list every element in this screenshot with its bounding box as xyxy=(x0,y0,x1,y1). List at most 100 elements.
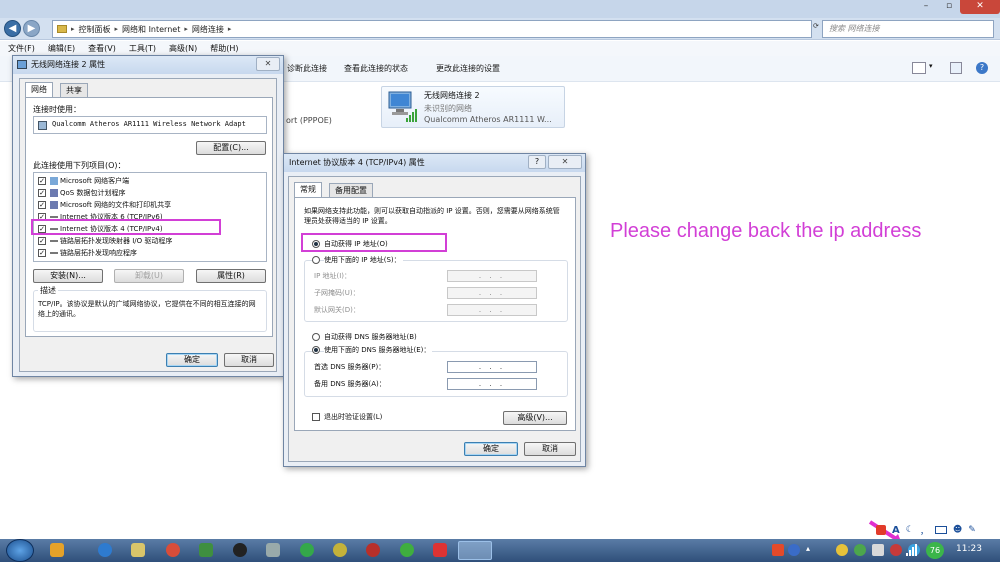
intro-text: 如果网络支持此功能，则可以获取自动指派的 IP 设置。否则，您需要从网络系统管理… xyxy=(304,207,560,225)
ok-button[interactable]: 确定 xyxy=(166,353,218,367)
maximize-button[interactable]: ▫ xyxy=(938,0,960,14)
tray-app-icon[interactable] xyxy=(872,544,884,556)
cmd-change-settings[interactable]: 更改此连接的设置 xyxy=(436,56,500,82)
subnet-mask-field[interactable]: . . . xyxy=(447,287,537,299)
clock[interactable]: 11:23 xyxy=(956,544,982,554)
close-icon[interactable]: ✕ xyxy=(256,57,280,71)
address-bar[interactable]: ▸ 控制面板 ▸ 网络和 Internet ▸ 网络连接 ▸ xyxy=(52,20,812,38)
moon-icon[interactable]: ☾ xyxy=(906,525,914,535)
forward-arrow-icon[interactable]: ▶ xyxy=(23,20,40,37)
manual-dns-label[interactable]: 使用下面的 DNS 服务器地址(E)： xyxy=(324,345,433,355)
gateway-field[interactable]: . . . xyxy=(447,304,537,316)
font-a-icon[interactable]: A xyxy=(892,525,900,536)
install-button[interactable]: 安装(N)... xyxy=(33,269,103,283)
menu-help[interactable]: 帮助(H) xyxy=(210,41,238,56)
chevron-up-icon[interactable]: ▴ xyxy=(806,544,816,556)
close-button[interactable]: ✕ xyxy=(960,0,1000,14)
breadcrumb-network-connections[interactable]: 网络连接 xyxy=(192,24,224,35)
checkbox-checked-icon[interactable]: ✓ xyxy=(38,237,46,245)
annotation-text: Please change back the ip address xyxy=(610,220,922,242)
user-icon[interactable]: ☻ xyxy=(953,525,962,535)
punctuation-icon[interactable]: ， xyxy=(920,524,929,537)
ip-address-field[interactable]: . . . xyxy=(447,270,537,282)
checkbox-checked-icon[interactable]: ✓ xyxy=(38,189,46,197)
excel-icon[interactable] xyxy=(199,543,213,557)
explorer-icon[interactable] xyxy=(50,543,64,557)
protocol-icon xyxy=(50,252,58,254)
search-input[interactable]: 搜索 网络连接 xyxy=(822,20,994,38)
cmd-diagnose[interactable]: 诊断此连接 xyxy=(287,56,327,82)
configure-button[interactable]: 配置(C)... xyxy=(196,141,266,155)
tray-app-icon[interactable] xyxy=(836,544,848,556)
help-button[interactable]: ? xyxy=(528,155,546,169)
close-icon[interactable]: ✕ xyxy=(548,155,582,169)
chevron-down-icon[interactable]: ▾ xyxy=(929,62,933,70)
cmd-view-status[interactable]: 查看此连接的状态 xyxy=(344,56,408,82)
checkbox-checked-icon[interactable]: ✓ xyxy=(38,249,46,257)
minimize-button[interactable]: – xyxy=(914,0,938,14)
chrome-icon[interactable] xyxy=(166,543,180,557)
properties-button[interactable]: 属性(R) xyxy=(196,269,266,283)
tab-network[interactable]: 网络 xyxy=(25,82,53,97)
chevron-right-icon: ▸ xyxy=(227,25,232,33)
cancel-button[interactable]: 取消 xyxy=(224,353,274,367)
validate-label[interactable]: 退出时验证设置(L) xyxy=(324,412,382,422)
menu-tools[interactable]: 工具(T) xyxy=(129,41,156,56)
view-options-icon[interactable] xyxy=(912,62,926,74)
tab-sharing[interactable]: 共享 xyxy=(60,83,88,97)
keyboard-icon[interactable] xyxy=(934,526,947,534)
tab-general[interactable]: 常规 xyxy=(294,182,322,197)
tray-app-icon[interactable] xyxy=(890,544,902,556)
window-titlebar: – ▫ ✕ xyxy=(0,0,1000,18)
menu-view[interactable]: 查看(V) xyxy=(88,41,116,56)
app-icon[interactable] xyxy=(366,543,380,557)
breadcrumb-network-internet[interactable]: 网络和 Internet xyxy=(122,24,180,35)
manual-ip-label[interactable]: 使用下面的 IP 地址(S)： xyxy=(324,255,403,265)
help-icon[interactable] xyxy=(788,544,800,556)
folder-icon[interactable] xyxy=(131,543,145,557)
cancel-button[interactable]: 取消 xyxy=(524,442,576,456)
network-connections-task[interactable] xyxy=(458,541,492,560)
app-icon[interactable] xyxy=(266,543,280,557)
ime-icon[interactable] xyxy=(772,544,784,556)
tab-alternate[interactable]: 备用配置 xyxy=(329,183,373,197)
checkbox-unchecked-icon[interactable] xyxy=(312,413,320,421)
status-badge[interactable]: 76 xyxy=(926,542,944,559)
checkbox-checked-icon[interactable]: ✓ xyxy=(38,177,46,185)
wifi-signal-icon[interactable] xyxy=(905,543,919,557)
start-button[interactable] xyxy=(6,539,34,562)
radio-unselected-icon[interactable] xyxy=(312,256,320,264)
breadcrumb-control-panel[interactable]: 控制面板 xyxy=(79,24,111,35)
preview-pane-icon[interactable] xyxy=(950,62,962,74)
ok-button[interactable]: 确定 xyxy=(464,442,518,456)
radio-unselected-icon[interactable] xyxy=(312,333,320,341)
wechat-icon[interactable] xyxy=(400,543,414,557)
help-icon[interactable]: ? xyxy=(976,62,988,74)
adapter-name-field: Qualcomm Atheros AR1111 Wireless Network… xyxy=(52,120,246,128)
app-icon[interactable] xyxy=(333,543,347,557)
qq-icon[interactable] xyxy=(233,543,247,557)
app-icon[interactable] xyxy=(433,543,447,557)
refresh-icon[interactable]: ⟳ xyxy=(813,22,821,36)
description-text: TCP/IP。该协议是默认的广域网络协议，它提供在不同的相互连接的网络上的通讯。 xyxy=(38,300,256,318)
menu-file[interactable]: 文件(F) xyxy=(8,41,35,56)
checkbox-checked-icon[interactable]: ✓ xyxy=(38,201,46,209)
wireless-adapter-icon xyxy=(388,91,417,122)
wrench-icon[interactable]: ✎ xyxy=(968,525,976,535)
alternate-dns-field[interactable]: . . . xyxy=(447,378,537,390)
auto-dns-label[interactable]: 自动获得 DNS 服务器地址(B) xyxy=(324,332,417,342)
advanced-button[interactable]: 高级(V)... xyxy=(503,411,567,425)
wifi-properties-dialog: 无线网络连接 2 属性 ✕ 网络 共享 连接时使用： Qualcomm Athe… xyxy=(12,55,284,377)
adapter-tile[interactable]: 无线网络连接 2 未识别的网络 Qualcomm Atheros AR1111 … xyxy=(381,86,565,128)
ime-icon[interactable] xyxy=(876,525,886,535)
uninstall-button[interactable]: 卸载(U) xyxy=(114,269,184,283)
tray-app-icon[interactable] xyxy=(854,544,866,556)
ie-icon[interactable] xyxy=(98,543,112,557)
app-icon[interactable] xyxy=(300,543,314,557)
back-arrow-icon[interactable]: ◀ xyxy=(4,20,21,37)
menu-edit[interactable]: 编辑(E) xyxy=(48,41,75,56)
preferred-dns-field[interactable]: . . . xyxy=(447,361,537,373)
menu-advanced[interactable]: 高级(N) xyxy=(169,41,197,56)
radio-selected-icon[interactable] xyxy=(312,346,320,354)
partial-connection-label: ort (PPPOE) xyxy=(286,116,332,125)
